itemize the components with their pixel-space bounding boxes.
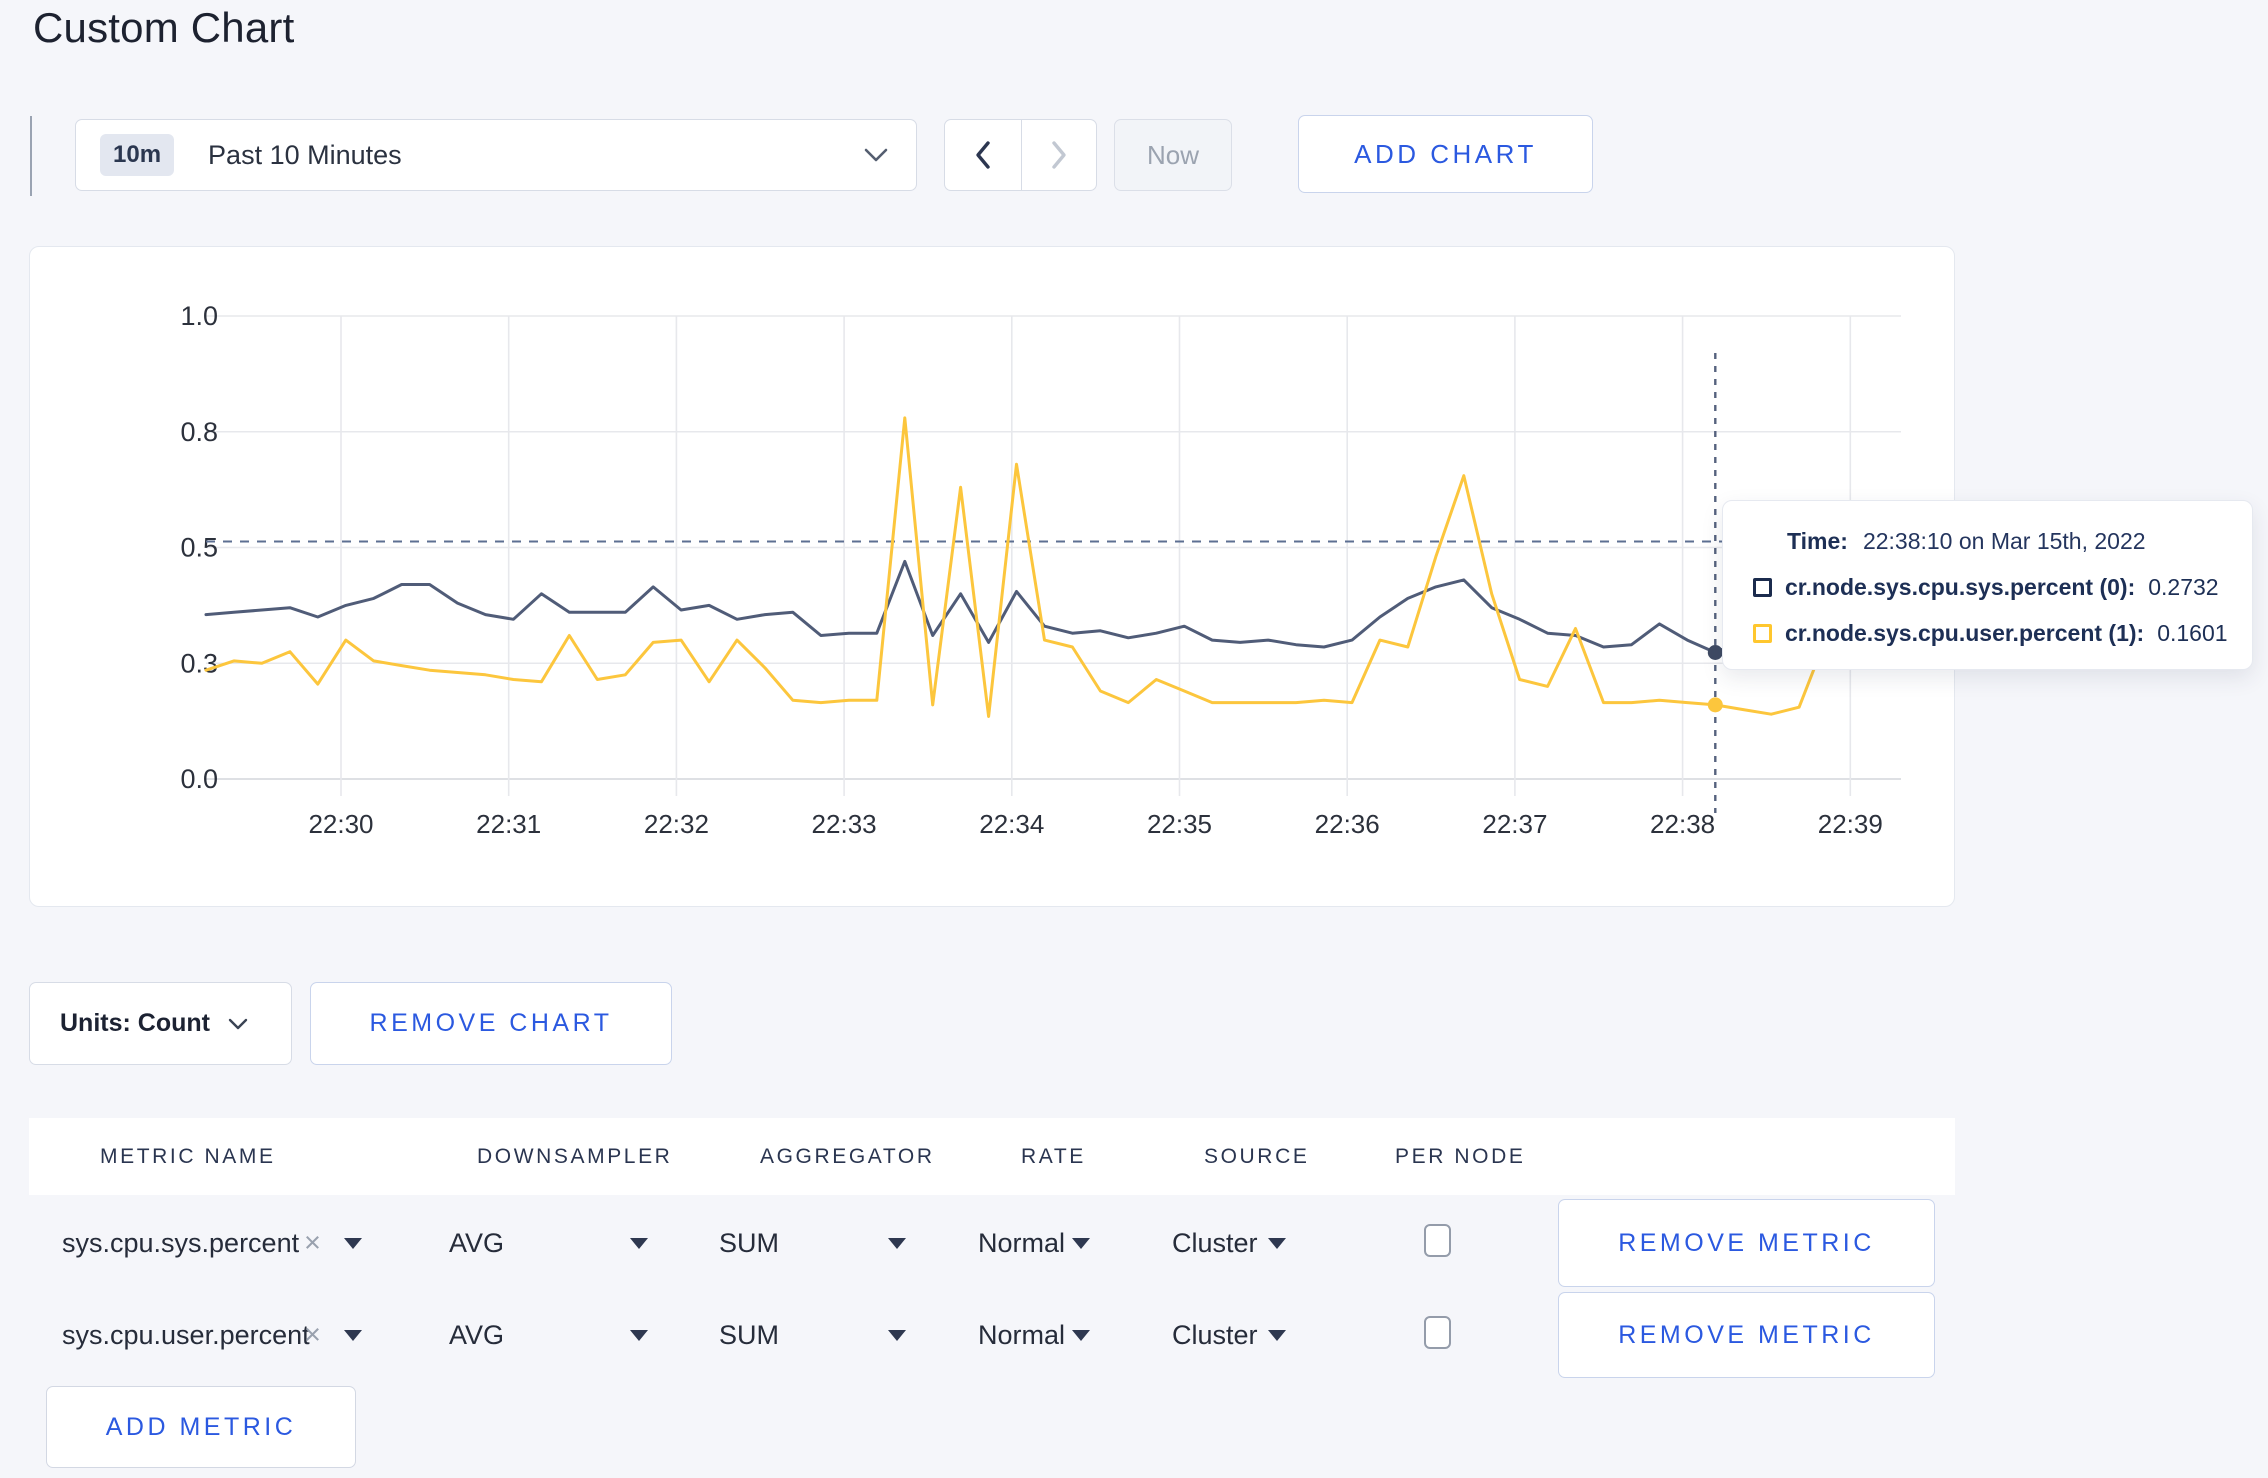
svg-text:22:39: 22:39 bbox=[1818, 809, 1883, 839]
caret-down-icon[interactable] bbox=[344, 1238, 362, 1249]
add-chart-button[interactable]: ADD CHART bbox=[1298, 115, 1593, 193]
tooltip-series-name: cr.node.sys.cpu.user.percent (1): bbox=[1785, 620, 2145, 646]
metrics-table-header: METRIC NAME DOWNSAMPLER AGGREGATOR RATE … bbox=[29, 1118, 1955, 1195]
chart-tooltip: Time: 22:38:10 on Mar 15th, 2022 cr.node… bbox=[1722, 500, 2253, 670]
tooltip-series-value: 0.2732 bbox=[2148, 574, 2219, 600]
tooltip-time-value: 22:38:10 on Mar 15th, 2022 bbox=[1862, 528, 2146, 554]
aggregator-select[interactable]: SUM bbox=[719, 1228, 779, 1259]
chevron-down-icon bbox=[228, 1018, 248, 1029]
svg-text:0.5: 0.5 bbox=[180, 533, 218, 563]
chart-card: 0.0 0.3 0.5 0.8 1.0 22:30 22:31 22:32 22:33 22:34… bbox=[29, 246, 1955, 907]
chevron-right-icon bbox=[1052, 141, 1066, 169]
svg-text:22:36: 22:36 bbox=[1315, 809, 1380, 839]
downsampler-select[interactable]: AVG bbox=[449, 1320, 504, 1351]
page-title: Custom Chart bbox=[33, 4, 295, 51]
caret-down-icon[interactable] bbox=[630, 1330, 648, 1341]
svg-text:22:38: 22:38 bbox=[1650, 809, 1715, 839]
caret-down-icon[interactable] bbox=[1268, 1330, 1286, 1341]
svg-text:0.3: 0.3 bbox=[180, 648, 218, 678]
chevron-left-icon bbox=[976, 141, 990, 169]
svg-text:22:33: 22:33 bbox=[812, 809, 877, 839]
metric-name-select[interactable]: sys.cpu.user.percent bbox=[62, 1320, 310, 1351]
metric-name-select[interactable]: sys.cpu.sys.percent bbox=[62, 1228, 299, 1259]
per-node-checkbox[interactable] bbox=[1424, 1316, 1451, 1349]
clear-metric-icon[interactable]: × bbox=[304, 1319, 321, 1352]
caret-down-icon[interactable] bbox=[630, 1238, 648, 1249]
remove-chart-button[interactable]: REMOVE CHART bbox=[310, 982, 672, 1065]
svg-text:22:30: 22:30 bbox=[308, 809, 373, 839]
source-select[interactable]: Cluster bbox=[1172, 1228, 1258, 1259]
tooltip-series-name: cr.node.sys.cpu.sys.percent (0): bbox=[1785, 574, 2136, 600]
next-time-button[interactable] bbox=[1020, 120, 1097, 190]
tooltip-series-value: 0.1601 bbox=[2157, 620, 2228, 646]
col-header-aggregator: AGGREGATOR bbox=[760, 1145, 935, 1168]
tooltip-time-label: Time: bbox=[1787, 528, 1848, 554]
rate-select[interactable]: Normal bbox=[978, 1228, 1065, 1259]
units-select[interactable]: Units: Count bbox=[29, 982, 292, 1065]
caret-down-icon[interactable] bbox=[1072, 1238, 1090, 1249]
svg-text:22:37: 22:37 bbox=[1482, 809, 1547, 839]
chevron-down-icon bbox=[864, 148, 888, 162]
col-header-per-node: PER NODE bbox=[1395, 1145, 1526, 1168]
remove-metric-button[interactable]: REMOVE METRIC bbox=[1558, 1199, 1935, 1287]
toolbar-divider bbox=[30, 116, 32, 196]
svg-text:22:32: 22:32 bbox=[644, 809, 709, 839]
time-pager bbox=[944, 119, 1097, 191]
series-user-swatch-icon bbox=[1753, 624, 1772, 643]
col-header-metric-name: METRIC NAME bbox=[100, 1145, 276, 1168]
source-select[interactable]: Cluster bbox=[1172, 1320, 1258, 1351]
prev-time-button[interactable] bbox=[945, 120, 1021, 190]
time-window-select[interactable]: 10m Past 10 Minutes bbox=[75, 119, 917, 191]
col-header-rate: RATE bbox=[1021, 1145, 1086, 1168]
aggregator-select[interactable]: SUM bbox=[719, 1320, 779, 1351]
clear-metric-icon[interactable]: × bbox=[304, 1227, 321, 1260]
svg-text:22:35: 22:35 bbox=[1147, 809, 1212, 839]
caret-down-icon[interactable] bbox=[888, 1238, 906, 1249]
add-metric-button[interactable]: ADD METRIC bbox=[46, 1386, 356, 1468]
caret-down-icon[interactable] bbox=[1268, 1238, 1286, 1249]
cpu-chart-svg[interactable]: 0.0 0.3 0.5 0.8 1.0 22:30 22:31 22:32 22:33 22:34… bbox=[30, 247, 1954, 906]
rate-select[interactable]: Normal bbox=[978, 1320, 1065, 1351]
svg-text:22:31: 22:31 bbox=[476, 809, 541, 839]
time-window-label: Past 10 Minutes bbox=[208, 139, 402, 170]
svg-text:0.8: 0.8 bbox=[180, 417, 218, 447]
svg-text:0.0: 0.0 bbox=[180, 764, 218, 794]
time-window-badge: 10m bbox=[100, 134, 175, 176]
units-label: Units: Count bbox=[60, 1009, 210, 1037]
col-header-source: SOURCE bbox=[1204, 1145, 1310, 1168]
svg-text:22:34: 22:34 bbox=[979, 809, 1044, 839]
caret-down-icon[interactable] bbox=[888, 1330, 906, 1341]
svg-text:1.0: 1.0 bbox=[180, 301, 218, 331]
caret-down-icon[interactable] bbox=[344, 1330, 362, 1341]
caret-down-icon[interactable] bbox=[1072, 1330, 1090, 1341]
per-node-checkbox[interactable] bbox=[1424, 1224, 1451, 1257]
now-button[interactable]: Now bbox=[1114, 119, 1232, 191]
col-header-downsampler: DOWNSAMPLER bbox=[477, 1145, 673, 1168]
downsampler-select[interactable]: AVG bbox=[449, 1228, 504, 1259]
series-sys-swatch-icon bbox=[1753, 578, 1772, 597]
remove-metric-button[interactable]: REMOVE METRIC bbox=[1558, 1292, 1935, 1378]
